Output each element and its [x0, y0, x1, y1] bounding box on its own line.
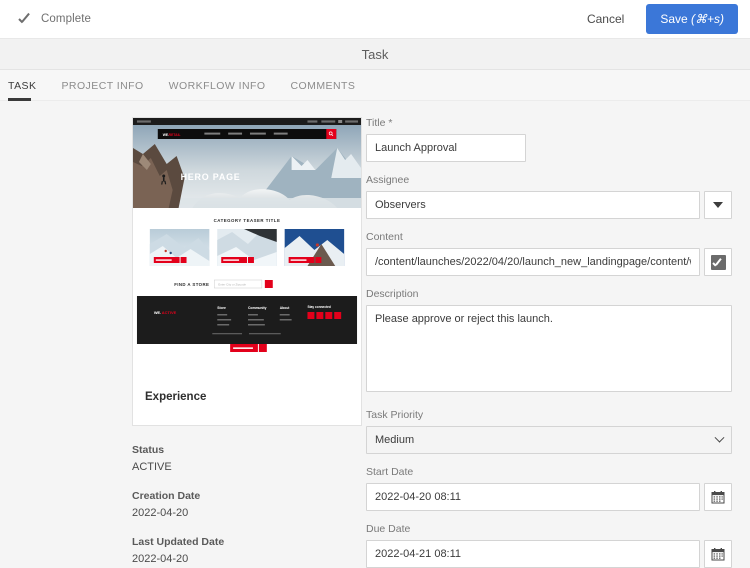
page-title: Task [361, 46, 389, 62]
due-date-row [366, 540, 732, 568]
start-date-input[interactable] [366, 483, 700, 511]
task-priority-value: Medium [375, 434, 415, 446]
svg-text:HERO PAGE: HERO PAGE [181, 172, 241, 182]
svg-text:FIND A STORE: FIND A STORE [174, 282, 209, 287]
svg-text:ACTIVE: ACTIVE [162, 310, 177, 315]
meta-status: Status ACTIVE [132, 444, 362, 473]
page-thumbnail-image: WE. RETAIL HERO PAGE CATEGORY TEASER TIT… [133, 118, 361, 379]
content-input[interactable] [366, 248, 700, 276]
meta-creation-date: Creation Date 2022-04-20 [132, 490, 362, 519]
svg-text:Stay connected: Stay connected [307, 305, 330, 309]
svg-text:Community: Community [248, 306, 267, 310]
description-label: Description [366, 288, 419, 300]
content-preview-card[interactable]: WE. RETAIL HERO PAGE CATEGORY TEASER TIT… [132, 117, 362, 426]
top-action-bar-right: Cancel Save (⌘+s) [575, 4, 738, 34]
tab-bar: TASK PROJECT INFO WORKFLOW INFO COMMENTS [0, 70, 750, 101]
check-icon [18, 12, 32, 26]
left-column: WE. RETAIL HERO PAGE CATEGORY TEASER TIT… [18, 117, 362, 568]
assignee-label: Assignee [366, 174, 410, 186]
content-picker-button[interactable] [704, 248, 732, 276]
assignee-dropdown-button[interactable] [704, 191, 732, 219]
task-priority-label: Task Priority [366, 409, 424, 421]
meta-creation-date-value: 2022-04-20 [132, 507, 189, 519]
field-due-date: Due Date [366, 523, 732, 568]
chevron-down-icon [714, 432, 725, 443]
title-label: Title * [366, 117, 393, 129]
start-date-calendar-button[interactable] [704, 483, 732, 511]
start-date-row [366, 483, 732, 511]
meta-last-updated-date-value: 2022-04-20 [132, 553, 189, 565]
svg-text:About: About [280, 306, 291, 310]
svg-text:Enter City or Zipcode: Enter City or Zipcode [218, 283, 246, 287]
save-button-label: Save [660, 12, 691, 26]
description-textarea[interactable] [366, 305, 732, 392]
top-action-bar: Complete Cancel Save (⌘+s) [0, 0, 750, 38]
field-description: Description [366, 288, 732, 397]
meta-last-updated-date-label: Last Updated Date [132, 536, 225, 548]
meta-creation-date-label: Creation Date [132, 490, 201, 502]
meta-status-label: Status [132, 444, 165, 456]
title-input[interactable] [366, 134, 526, 162]
task-priority-select[interactable]: Medium [366, 426, 732, 454]
title-band: Task [0, 38, 750, 70]
task-detail-body: WE. RETAIL HERO PAGE CATEGORY TEASER TIT… [0, 101, 750, 568]
svg-text:Store: Store [217, 306, 226, 310]
calendar-icon [711, 491, 725, 504]
calendar-icon [711, 548, 725, 561]
svg-text:RETAIL: RETAIL [169, 133, 181, 137]
field-start-date: Start Date [366, 466, 732, 511]
task-metadata-list: Status ACTIVE Creation Date 2022-04-20 L… [132, 444, 362, 568]
field-content: Content [366, 231, 732, 276]
field-title: Title * [366, 117, 732, 162]
save-button-shortcut: (⌘+s) [691, 12, 724, 26]
triangle-down-icon [713, 202, 723, 208]
tab-workflow-info[interactable]: WORKFLOW INFO [169, 80, 279, 100]
tab-comments[interactable]: COMMENTS [291, 80, 369, 100]
preview-caption: Experience [145, 391, 207, 403]
meta-status-value: ACTIVE [132, 461, 172, 473]
due-date-calendar-button[interactable] [704, 540, 732, 568]
assignee-row: Observers [366, 191, 732, 219]
meta-last-updated-date: Last Updated Date 2022-04-20 [132, 536, 362, 565]
svg-text:WE.: WE. [154, 310, 161, 315]
checkbox-checked-icon [710, 254, 726, 270]
svg-text:CATEGORY TEASER TITLE: CATEGORY TEASER TITLE [214, 218, 281, 223]
field-assignee: Assignee Observers [366, 174, 732, 219]
due-date-input[interactable] [366, 540, 700, 568]
tab-project-info[interactable]: PROJECT INFO [61, 80, 156, 100]
complete-button[interactable]: Complete [12, 8, 97, 30]
cancel-button[interactable]: Cancel [575, 5, 636, 33]
content-row [366, 248, 732, 276]
assignee-select[interactable]: Observers [366, 191, 700, 219]
complete-button-label: Complete [41, 13, 92, 25]
tab-task[interactable]: TASK [8, 80, 49, 101]
field-task-priority: Task Priority Medium [366, 409, 732, 454]
start-date-label: Start Date [366, 466, 414, 478]
task-form: Title * Assignee Observers Content Desc [366, 117, 732, 568]
save-button[interactable]: Save (⌘+s) [646, 4, 738, 34]
content-label: Content [366, 231, 403, 243]
due-date-label: Due Date [366, 523, 411, 535]
